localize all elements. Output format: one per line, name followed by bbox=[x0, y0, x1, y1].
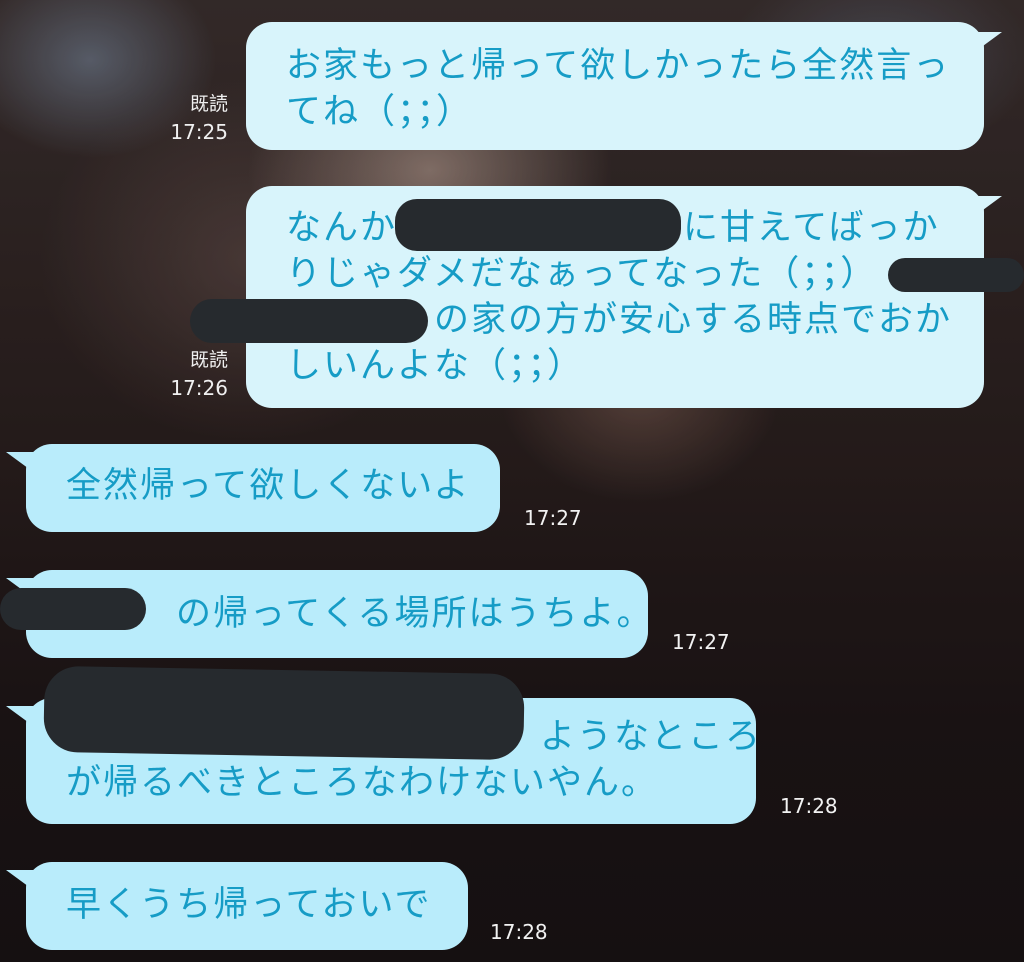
message-text-segment: に甘えてばっか bbox=[683, 208, 940, 248]
bubble-tail bbox=[6, 706, 36, 728]
redaction-bar bbox=[0, 588, 146, 630]
message-text-line: しいんよな（；；） bbox=[286, 346, 585, 386]
message-text-line: てね（；；） bbox=[286, 92, 474, 132]
message-text-line: 全然帰って欲しくないよ bbox=[66, 466, 471, 506]
redaction-bar bbox=[190, 299, 428, 343]
read-receipt: 既読 bbox=[189, 349, 228, 371]
message-text-line: りじゃダメだなぁってなった（；；） bbox=[286, 254, 878, 294]
outgoing-message-bubble[interactable]: お家もっと帰って欲しかったら全然言っ てね（；；） bbox=[246, 22, 984, 150]
message-meta: 既読 17:25 bbox=[140, 92, 228, 144]
message-text-segment: の家の方が安心する時点でおか bbox=[434, 300, 953, 340]
read-receipt: 既読 bbox=[189, 93, 228, 115]
timestamp: 17:26 bbox=[170, 376, 228, 400]
incoming-message-bubble[interactable]: 早くうち帰っておいで bbox=[26, 862, 468, 950]
message-text-segment: ようなところ bbox=[540, 717, 763, 757]
timestamp: 17:28 bbox=[490, 920, 548, 944]
message-text-line: が帰るべきところなわけないやん。 bbox=[66, 763, 659, 803]
timestamp: 17:27 bbox=[672, 630, 730, 654]
bubble-tail bbox=[6, 452, 36, 474]
redaction-bar bbox=[395, 199, 681, 251]
bubble-tail bbox=[6, 870, 36, 892]
message-text-line: の帰ってくる場所はうちよ。 bbox=[176, 594, 654, 634]
message-text-line: 早くうち帰っておいで bbox=[66, 885, 432, 925]
timestamp: 17:27 bbox=[524, 506, 582, 530]
redaction-bar bbox=[888, 258, 1024, 292]
bubble-tail bbox=[972, 32, 1002, 54]
message-text-line: お家もっと帰って欲しかったら全然言っ bbox=[286, 46, 951, 86]
message-meta: 既読 17:26 bbox=[140, 348, 228, 400]
bubble-tail bbox=[972, 196, 1002, 218]
incoming-message-bubble[interactable]: 全然帰って欲しくないよ bbox=[26, 444, 500, 532]
message-text-segment: なんか bbox=[286, 208, 398, 248]
timestamp: 17:25 bbox=[170, 120, 228, 144]
timestamp: 17:28 bbox=[780, 794, 838, 818]
redaction-bar bbox=[43, 665, 525, 761]
